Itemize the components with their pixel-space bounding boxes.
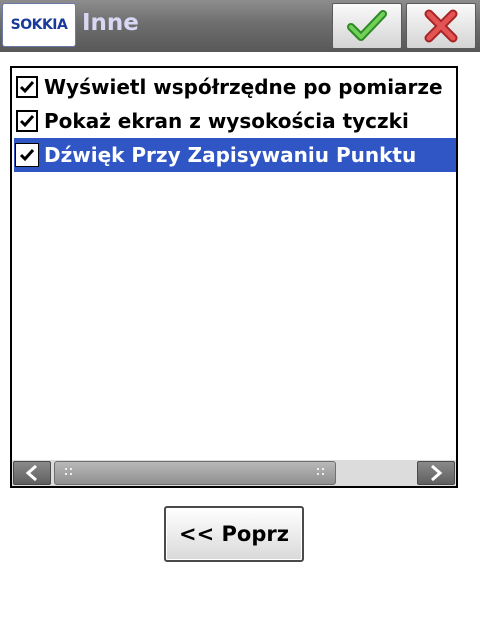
checkbox-sound-on-save[interactable]: [15, 143, 39, 167]
previous-button[interactable]: << Poprz: [164, 506, 304, 562]
window-title: Inne: [82, 10, 139, 36]
option-label: Wyświetl współrzędne po pomiarze: [44, 75, 443, 99]
chevron-right-icon: [431, 464, 443, 482]
scroll-left-button[interactable]: [13, 461, 51, 485]
checkmark-icon: [19, 81, 35, 94]
sokkia-logo[interactable]: SOKKIA: [2, 3, 76, 47]
chevron-left-icon: [25, 464, 37, 482]
checkbox-show-coordinates[interactable]: [16, 76, 38, 98]
checkbox-show-pole-height[interactable]: [16, 110, 38, 132]
option-show-pole-height[interactable]: Pokaż ekran z wysokościa tyczki: [14, 104, 456, 138]
cancel-button[interactable]: [406, 3, 476, 49]
checkmark-icon: [19, 115, 35, 128]
scroll-right-button[interactable]: [417, 461, 455, 485]
title-bar: SOKKIA Inne: [0, 0, 480, 52]
options-list[interactable]: Wyświetl współrzędne po pomiarze Pokaż e…: [10, 66, 458, 488]
horizontal-scrollbar[interactable]: [12, 460, 456, 486]
option-label: Pokaż ekran z wysokościa tyczki: [44, 109, 409, 133]
grip-icon: [65, 468, 75, 478]
red-x-icon: [424, 9, 458, 43]
option-show-coordinates[interactable]: Wyświetl współrzędne po pomiarze: [14, 70, 456, 104]
scroll-thumb[interactable]: [54, 461, 336, 485]
option-sound-on-save[interactable]: Dźwięk Przy Zapisywaniu Punktu: [14, 138, 456, 172]
grip-icon: [317, 468, 327, 478]
checkmark-icon: [19, 149, 35, 162]
ok-button[interactable]: [332, 3, 402, 49]
green-check-icon: [347, 10, 387, 41]
option-label: Dźwięk Przy Zapisywaniu Punktu: [44, 143, 417, 167]
